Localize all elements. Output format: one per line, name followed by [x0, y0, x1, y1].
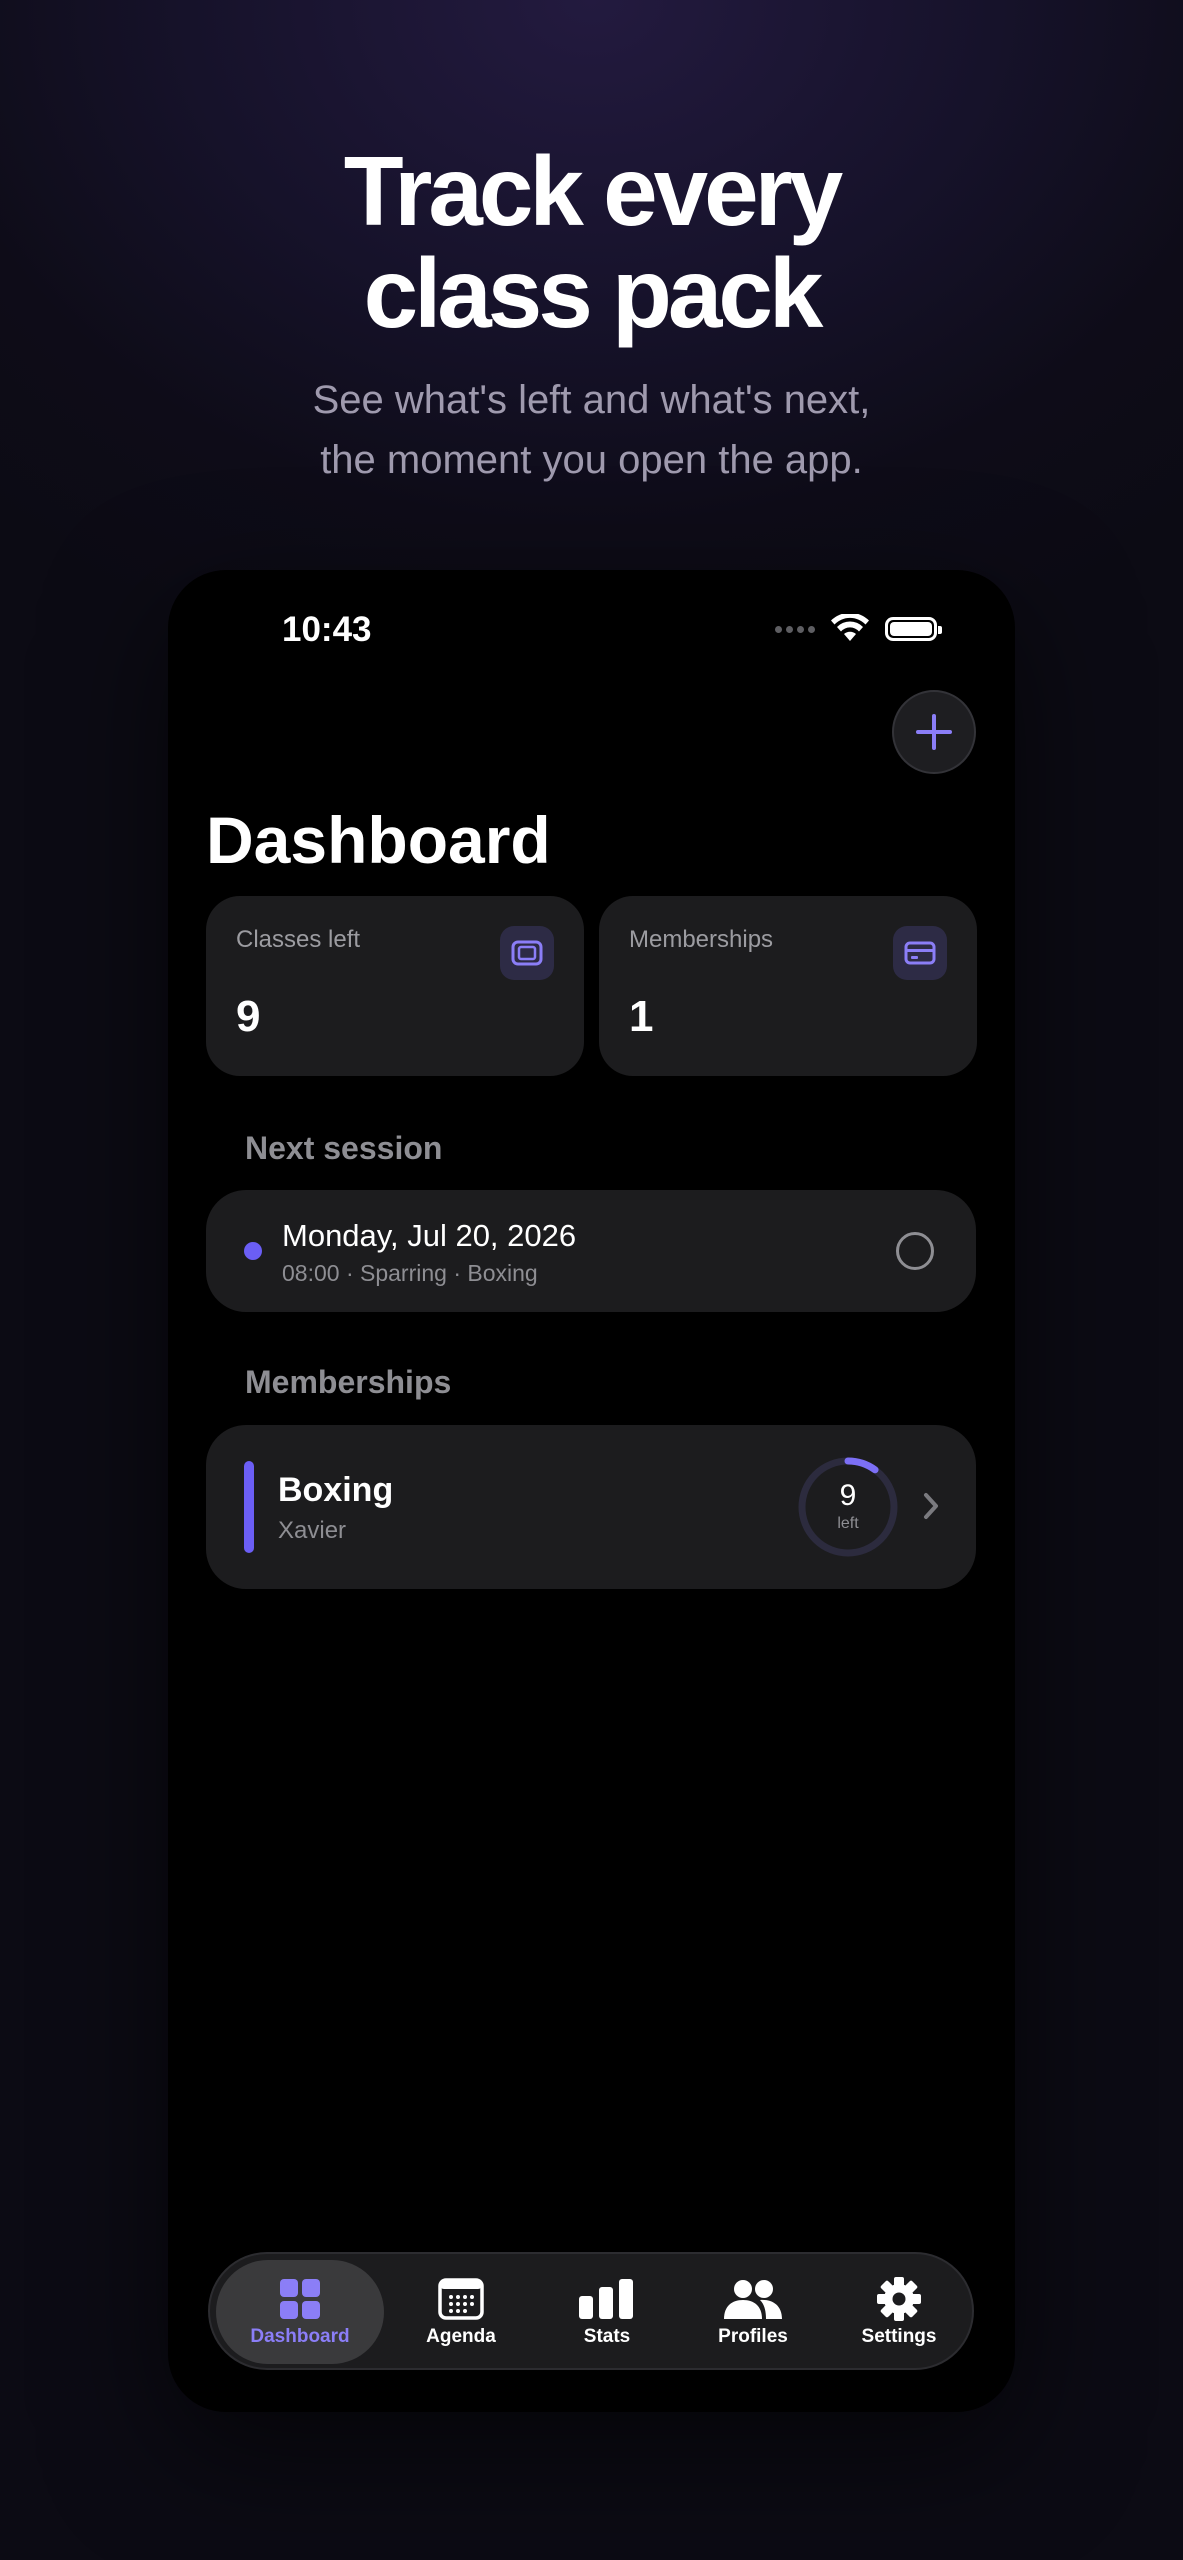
tab-label: Settings	[861, 2326, 937, 2347]
session-checkbox[interactable]	[896, 1232, 934, 1270]
stat-value: 9	[236, 992, 261, 1041]
promo-headline: Track every class pack	[0, 140, 1183, 344]
cellular-icon	[775, 625, 815, 633]
phone-screen: 10:43 Dashboard Classes left 9 Membershi…	[168, 570, 1015, 2412]
stat-value: 1	[629, 992, 654, 1041]
section-label-next-session: Next session	[245, 1130, 443, 1166]
session-date: Monday, Jul 20, 2026	[282, 1218, 577, 1253]
page-title: Dashboard	[206, 803, 551, 877]
gear-icon	[876, 2276, 922, 2322]
tab-bar: Dashboard Agenda Stats Profiles Settings	[208, 2252, 974, 2370]
promo-subline-line2: the moment you open the app.	[320, 438, 863, 482]
promo-subline-line1: See what's left and what's next,	[312, 378, 871, 422]
membership-color-bar	[244, 1461, 254, 1553]
session-meta: 08:00 · Sparring · Boxing	[282, 1260, 538, 1286]
session-indicator-dot	[244, 1242, 262, 1260]
stat-label: Memberships	[629, 926, 774, 953]
tab-settings[interactable]: Settings	[826, 2254, 972, 2368]
grid-icon	[279, 2276, 321, 2322]
calendar-icon	[438, 2276, 484, 2322]
promo-headline-line1: Track every	[343, 136, 843, 246]
tab-label: Stats	[583, 2326, 631, 2347]
status-time: 10:43	[282, 610, 372, 649]
plus-icon	[916, 714, 952, 750]
chevron-right-icon	[924, 1493, 938, 1519]
tab-dashboard[interactable]: Dashboard	[216, 2260, 384, 2364]
add-button[interactable]	[892, 690, 976, 774]
people-icon	[722, 2276, 784, 2322]
stat-label: Classes left	[236, 926, 361, 953]
remaining-label: left	[837, 1515, 859, 1532]
remaining-count: 9	[839, 1479, 857, 1512]
tab-label: Agenda	[426, 2326, 496, 2347]
card-icon	[893, 926, 947, 980]
membership-owner: Xavier	[278, 1517, 347, 1544]
tab-label: Dashboard	[250, 2326, 350, 2347]
section-label-memberships: Memberships	[245, 1364, 452, 1400]
promo-subline: See what's left and what's next, the mom…	[0, 370, 1183, 490]
status-indicators	[775, 614, 942, 644]
membership-name: Boxing	[278, 1471, 394, 1509]
bar-chart-icon	[578, 2276, 636, 2322]
ticket-icon	[500, 926, 554, 980]
stat-card-classes-left[interactable]: Classes left 9	[206, 896, 584, 1076]
battery-icon	[885, 617, 942, 641]
tab-stats[interactable]: Stats	[534, 2254, 680, 2368]
promo-headline-line2: class pack	[363, 238, 824, 348]
stat-card-memberships[interactable]: Memberships 1	[599, 896, 977, 1076]
tab-agenda[interactable]: Agenda	[388, 2254, 534, 2368]
tab-label: Profiles	[718, 2326, 788, 2347]
tab-profiles[interactable]: Profiles	[680, 2254, 826, 2368]
wifi-icon	[831, 614, 869, 641]
next-session-card[interactable]: Monday, Jul 20, 2026 08:00 · Sparring · …	[206, 1190, 976, 1312]
membership-row[interactable]: Boxing Xavier 9 left	[206, 1425, 976, 1589]
